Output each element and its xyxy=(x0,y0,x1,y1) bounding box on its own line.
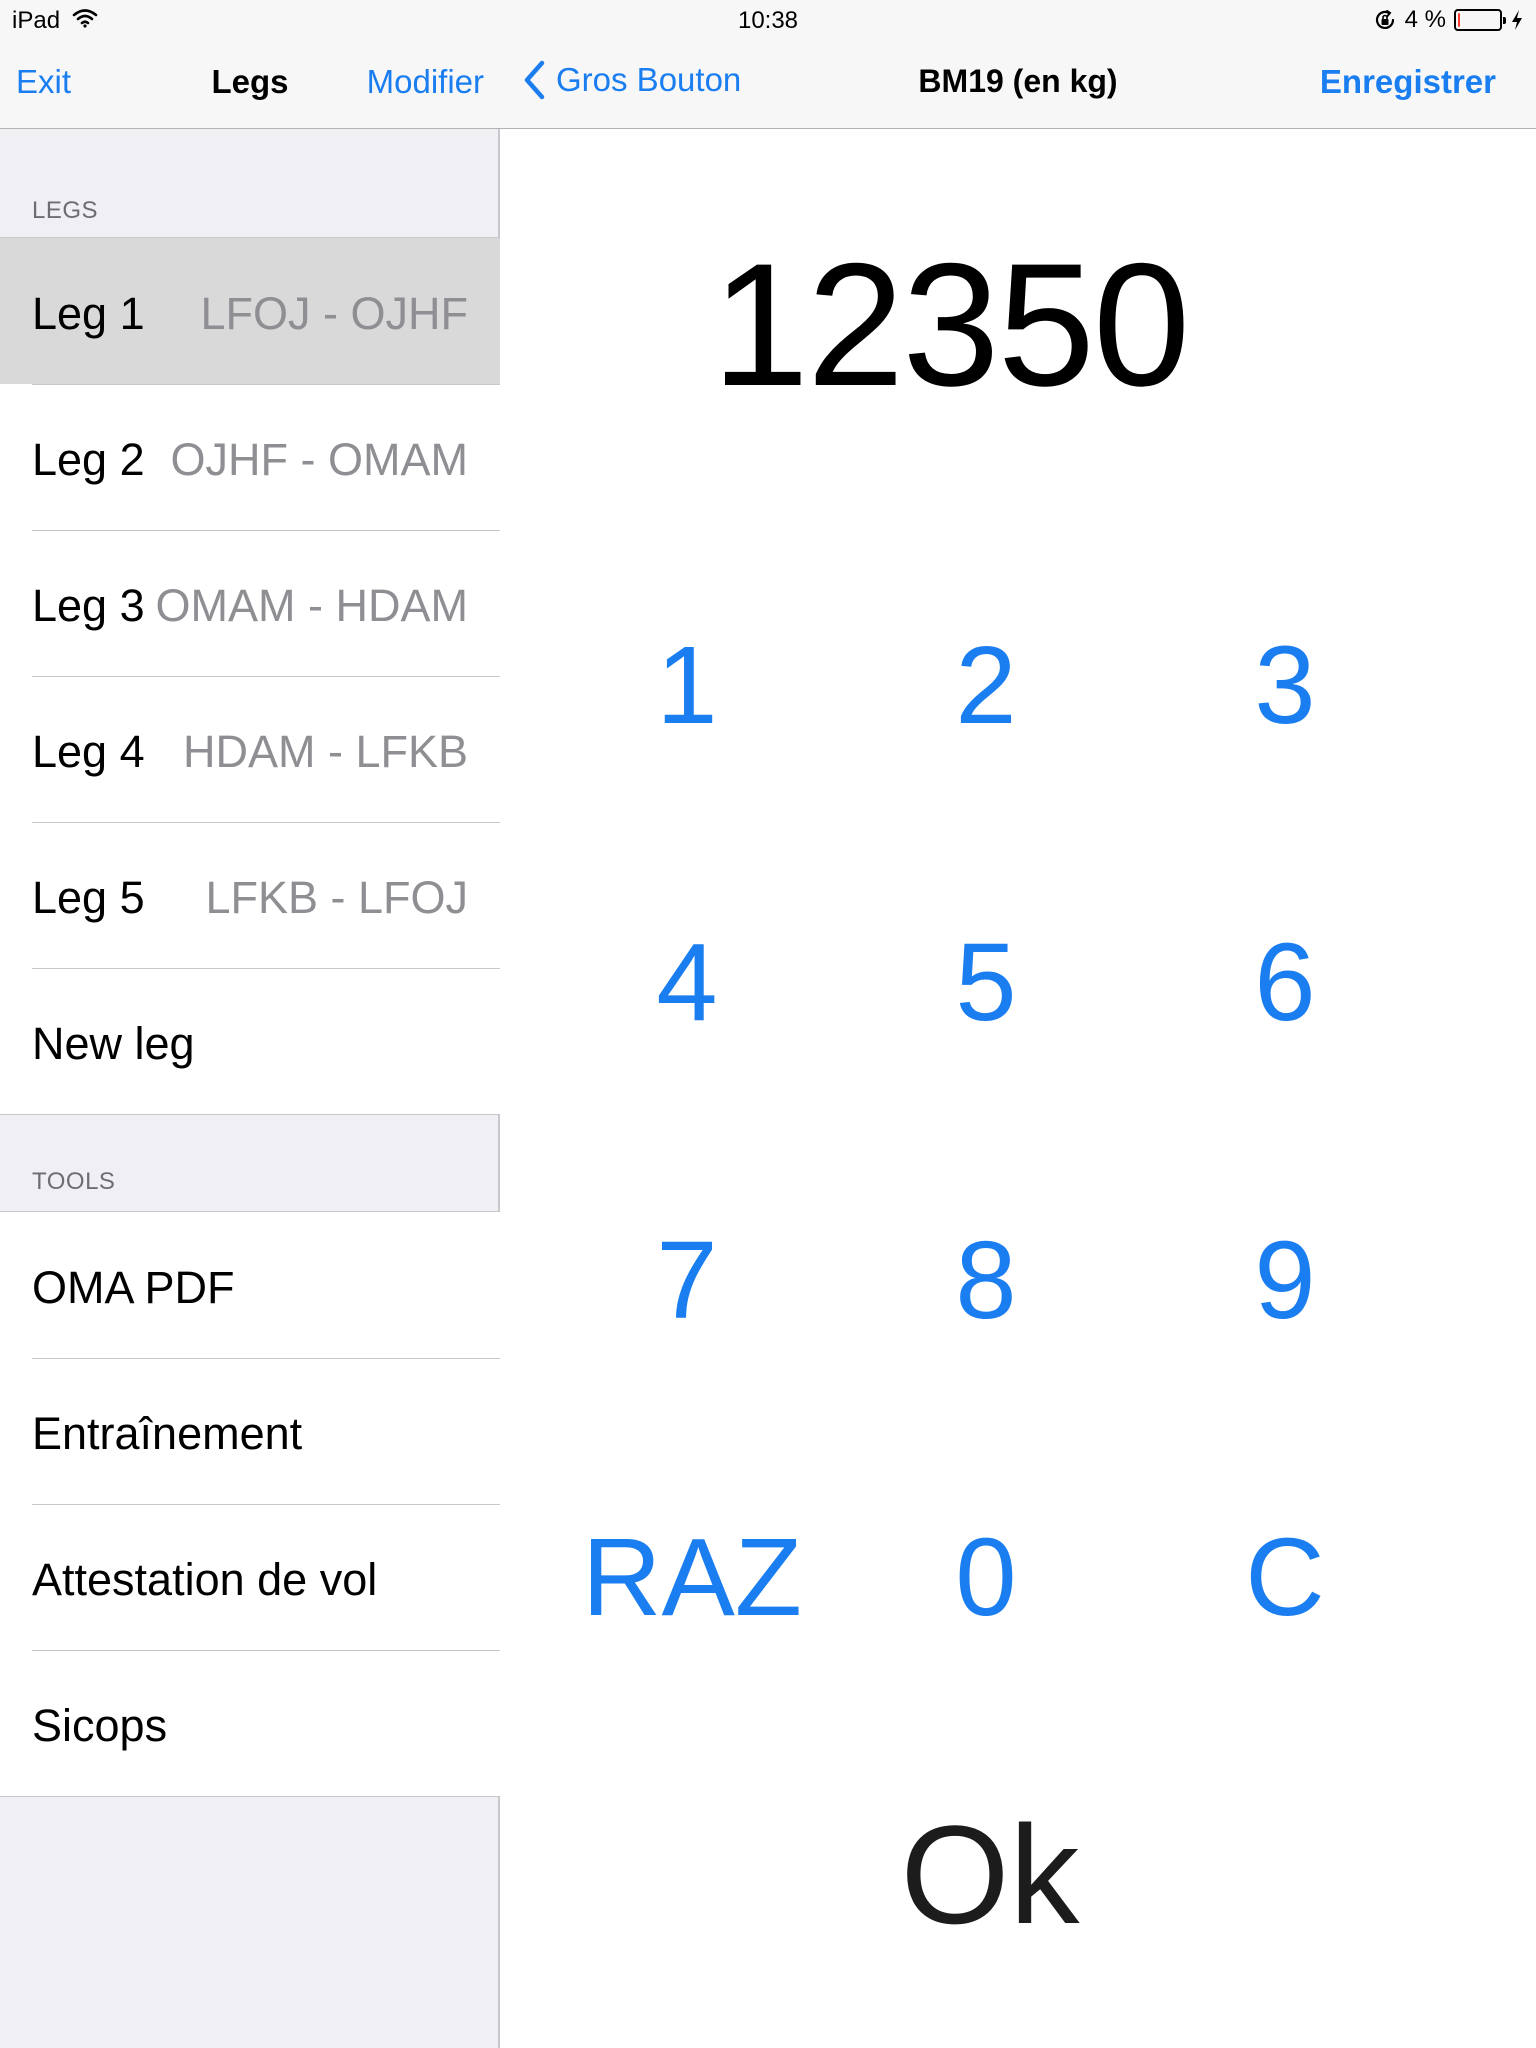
leg-route: HDAM - LFKB xyxy=(182,726,468,777)
key-0[interactable]: 0 xyxy=(871,1502,1101,1652)
value-display: 12350 xyxy=(711,228,1191,423)
back-button-label: Gros Bouton xyxy=(556,61,742,98)
ok-button[interactable]: Ok xyxy=(840,1790,1140,1960)
raz-button[interactable]: RAZ xyxy=(552,1502,832,1652)
tool-row-attestation[interactable]: Attestation de vol xyxy=(0,1504,500,1650)
key-2[interactable]: 2 xyxy=(871,610,1101,760)
status-right: 4 % xyxy=(1373,6,1524,34)
leg-row-4[interactable]: Leg 4 HDAM - LFKB xyxy=(0,676,500,822)
leg-row-5[interactable]: Leg 5 LFKB - LFOJ xyxy=(0,822,500,968)
device-name: iPad xyxy=(12,7,61,34)
tool-label: Attestation de vol xyxy=(32,1554,378,1605)
leg-title: Leg 4 xyxy=(32,726,145,777)
clear-button[interactable]: C xyxy=(1170,1502,1400,1652)
master-pane: Legs Exit Modifier LEGS Leg 1 LFOJ - OJH… xyxy=(0,0,500,2048)
tool-label: OMA PDF xyxy=(32,1262,235,1313)
app-root: Legs Exit Modifier LEGS Leg 1 LFOJ - OJH… xyxy=(0,0,1536,2048)
new-leg-row[interactable]: New leg xyxy=(0,968,500,1114)
enregistrer-button[interactable]: Enregistrer xyxy=(1320,63,1496,101)
battery-percent: 4 % xyxy=(1404,6,1446,33)
wifi-icon xyxy=(72,9,98,28)
leg-route: OJHF - OMAM xyxy=(170,434,468,485)
key-1[interactable]: 1 xyxy=(572,610,802,760)
tool-label: Sicops xyxy=(32,1700,168,1751)
clock: 10:38 xyxy=(737,7,799,34)
key-8[interactable]: 8 xyxy=(871,1205,1101,1355)
key-5[interactable]: 5 xyxy=(871,907,1101,1057)
rotation-lock-icon xyxy=(1375,10,1394,29)
leg-title: Leg 1 xyxy=(32,288,145,339)
leg-route: LFOJ - OJHF xyxy=(200,288,469,339)
leg-route: OMAM - HDAM xyxy=(155,580,468,631)
tools-list: OMA PDF Entraînement Attestation de vol … xyxy=(0,1211,500,1797)
exit-button[interactable]: Exit xyxy=(16,63,71,101)
charging-bolt-icon xyxy=(1512,10,1522,30)
key-3[interactable]: 3 xyxy=(1170,610,1400,760)
battery-level-fill xyxy=(1458,13,1460,27)
legs-list: Leg 1 LFOJ - OJHF Leg 2 OJHF - OMAM Leg … xyxy=(0,237,500,1115)
leg-row-3[interactable]: Leg 3 OMAM - HDAM xyxy=(0,530,500,676)
leg-route: LFKB - LFOJ xyxy=(205,872,468,923)
back-button[interactable]: Gros Bouton xyxy=(522,60,741,100)
modifier-button[interactable]: Modifier xyxy=(367,63,484,101)
chevron-left-icon xyxy=(524,60,545,100)
key-7[interactable]: 7 xyxy=(572,1205,802,1355)
key-6[interactable]: 6 xyxy=(1170,907,1400,1057)
status-bar: iPad 10:38 4 % xyxy=(0,0,1536,40)
key-9[interactable]: 9 xyxy=(1170,1205,1400,1355)
leg-row-1[interactable]: Leg 1 LFOJ - OJHF xyxy=(0,238,500,384)
tool-label: Entraînement xyxy=(32,1408,303,1459)
leg-title: Leg 3 xyxy=(32,580,145,631)
key-4[interactable]: 4 xyxy=(572,907,802,1057)
battery-icon xyxy=(1454,9,1506,31)
leg-title: Leg 5 xyxy=(32,872,145,923)
tool-row-oma-pdf[interactable]: OMA PDF xyxy=(0,1212,500,1358)
leg-row-2[interactable]: Leg 2 OJHF - OMAM xyxy=(0,384,500,530)
new-leg-label: New leg xyxy=(32,1018,195,1069)
tool-row-entrainement[interactable]: Entraînement xyxy=(0,1358,500,1504)
section-header-tools: TOOLS xyxy=(32,1168,116,1195)
leg-title: Leg 2 xyxy=(32,434,145,485)
section-header-legs: LEGS xyxy=(32,197,99,224)
tool-row-sicops[interactable]: Sicops xyxy=(0,1650,500,1796)
